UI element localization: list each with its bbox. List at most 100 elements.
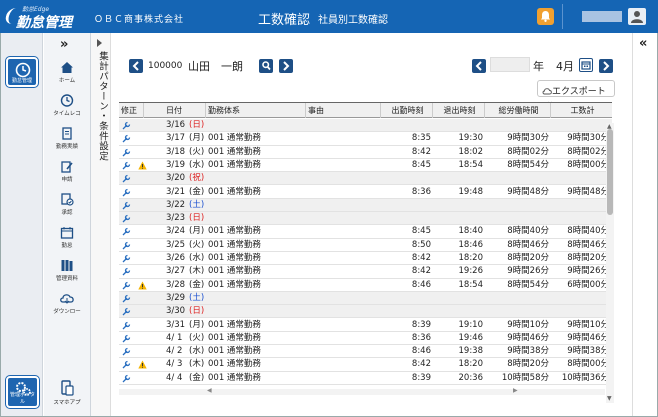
wrench-icon[interactable] bbox=[122, 334, 131, 343]
table-row[interactable]: 3/19 (水) 001 通常勤務 8:45 18:54 8時間54分 8時間00分 bbox=[119, 159, 612, 173]
weekday-cell: (祝) bbox=[189, 173, 205, 184]
wrench-icon[interactable] bbox=[122, 148, 131, 157]
wrench-icon[interactable] bbox=[122, 188, 131, 197]
clock-out-cell bbox=[433, 305, 483, 318]
table-row[interactable]: 3/30 (日) bbox=[119, 305, 612, 319]
table-row[interactable]: 3/23 (日) bbox=[119, 212, 612, 226]
table-row[interactable]: 4/ 1 (火) 001 通常勤務 8:36 19:46 9時間46分 9時間46分 bbox=[119, 332, 612, 346]
clock-out-cell: 20:36 bbox=[458, 372, 484, 383]
man-hours-cell bbox=[551, 305, 609, 318]
table-row[interactable]: 3/27 (木) 001 通常勤務 8:42 19:26 9時間26分 9時間26分 bbox=[119, 265, 612, 279]
wrench-icon[interactable] bbox=[122, 294, 131, 303]
wrench-icon[interactable] bbox=[122, 267, 131, 276]
col-header-date[interactable]: 日付 bbox=[144, 103, 206, 118]
sidebar-item-approve[interactable]: 承認 bbox=[44, 189, 90, 222]
scrollbar-thumb[interactable] bbox=[607, 129, 613, 215]
work-pattern-cell: 001 通常勤務 bbox=[208, 319, 261, 330]
sidebar-item-label: 承認 bbox=[61, 210, 73, 216]
clock-out-cell: 18:02 bbox=[458, 146, 484, 157]
total-hours-cell: 10時間58分 bbox=[501, 372, 549, 383]
table-row[interactable]: 3/22 (土) bbox=[119, 198, 612, 213]
wrench-icon[interactable] bbox=[122, 161, 131, 170]
app-tile-portal[interactable]: 管理ポータル bbox=[6, 376, 39, 408]
weekday-cell: (月) bbox=[189, 319, 205, 330]
table-row[interactable]: 4/ 4 (金) 001 通常勤務 8:39 20:36 10時間58分 10時間36分 bbox=[119, 372, 612, 385]
table-row[interactable]: 3/24 (月) 001 通常勤務 8:45 18:40 8時間40分 8時間40分 bbox=[119, 225, 612, 239]
col-header-clock-in[interactable]: 出勤時刻 bbox=[381, 103, 433, 118]
sidebar-collapse-button[interactable]: » bbox=[60, 37, 68, 52]
wrench-icon[interactable] bbox=[122, 134, 131, 143]
col-header-clock-out[interactable]: 退出時刻 bbox=[433, 103, 485, 118]
wrench-icon[interactable] bbox=[122, 321, 131, 330]
aggregation-settings-tab[interactable]: 集計パターン・条件設定 bbox=[91, 33, 111, 416]
wrench-icon[interactable] bbox=[122, 241, 131, 250]
total-hours-cell: 9時間10分 bbox=[507, 319, 549, 330]
top-bar: 勤怠Edge 勤怠管理 ＯＢＣ商事株式会社 工数確認 社員別工数確認 bbox=[0, 0, 658, 33]
wrench-icon[interactable] bbox=[122, 214, 131, 223]
next-month-button[interactable] bbox=[599, 59, 613, 73]
sidebar-item-timerecorder[interactable]: タイムレコ bbox=[44, 90, 90, 123]
sidebar-item-smartphone-app[interactable]: スマホアプ bbox=[44, 378, 90, 413]
employee-search-button[interactable] bbox=[259, 59, 273, 73]
col-header-edit[interactable]: 修正 bbox=[119, 103, 144, 118]
col-header-man-hours[interactable]: 工数計 bbox=[551, 103, 612, 118]
table-row[interactable]: 3/20 (祝) bbox=[119, 172, 612, 186]
cloud-export-icon bbox=[542, 88, 552, 95]
table-row[interactable]: 3/29 (土) bbox=[119, 291, 612, 306]
prev-month-button[interactable] bbox=[472, 59, 486, 73]
clock-in-cell: 8:50 bbox=[411, 239, 431, 250]
table-row[interactable]: 3/21 (金) 001 通常勤務 8:36 19:48 9時間48分 9時間48分 bbox=[119, 186, 612, 199]
clock-in-cell: 8:45 bbox=[411, 159, 431, 170]
table-row[interactable]: 3/18 (火) 001 通常勤務 8:42 18:02 8時間02分 8時間02分 bbox=[119, 146, 612, 159]
sidebar-item-download[interactable]: ダウンロー bbox=[44, 288, 90, 321]
wrench-icon[interactable] bbox=[122, 254, 131, 263]
table-row[interactable]: 3/31 (月) 001 通常勤務 8:39 19:10 9時間10分 9時間10分 bbox=[119, 319, 612, 332]
prev-employee-button[interactable] bbox=[129, 59, 143, 73]
sidebar-item-documents[interactable]: 管理資料 bbox=[44, 255, 90, 288]
user-name[interactable] bbox=[582, 11, 622, 22]
work-pattern-cell bbox=[208, 172, 306, 185]
wrench-icon[interactable] bbox=[122, 227, 131, 236]
sidebar-item-label: タイムレコ bbox=[53, 111, 81, 117]
sidebar-item-label: ホーム bbox=[58, 78, 76, 84]
app-logo[interactable]: 勤怠Edge 勤怠管理 bbox=[3, 4, 76, 31]
bell-icon[interactable] bbox=[537, 8, 554, 25]
home-icon bbox=[61, 62, 73, 73]
wrench-icon[interactable] bbox=[122, 374, 131, 383]
next-employee-button[interactable] bbox=[279, 59, 293, 73]
weekday-cell: (日) bbox=[189, 120, 205, 130]
work-pattern-cell: 001 通常勤務 bbox=[208, 226, 261, 237]
sidebar-item-home[interactable]: ホーム bbox=[44, 57, 90, 90]
col-header-work-pattern[interactable]: 勤務体系 bbox=[206, 103, 306, 118]
sidebar-item-work-results[interactable]: 勤務実績 bbox=[44, 123, 90, 156]
right-panel-toggle[interactable]: « bbox=[632, 33, 657, 416]
wrench-icon[interactable] bbox=[122, 174, 131, 183]
calendar-button[interactable] bbox=[579, 58, 593, 72]
year-field[interactable] bbox=[490, 57, 530, 72]
col-header-total-hours[interactable]: 総労働時間 bbox=[485, 103, 551, 118]
table-row[interactable]: 3/16 (日) bbox=[119, 119, 612, 133]
wrench-icon[interactable] bbox=[122, 201, 131, 210]
horizontal-scrollbar[interactable]: ◀ ▶ bbox=[119, 387, 605, 395]
table-row[interactable]: 3/26 (水) 001 通常勤務 8:42 18:20 8時間20分 8時間20分 bbox=[119, 252, 612, 266]
table-row[interactable]: 3/17 (月) 001 通常勤務 8:35 19:30 9時間30分 9時間30分 bbox=[119, 132, 612, 146]
col-header-reason[interactable]: 事由 bbox=[306, 103, 381, 118]
table-row[interactable]: 4/ 3 (木) 001 通常勤務 8:42 18:20 8時間20分 8時間00分 bbox=[119, 358, 612, 372]
wrench-icon[interactable] bbox=[122, 281, 131, 290]
sidebar-item-label: ダウンロー bbox=[53, 309, 81, 315]
weekday-cell: (金) bbox=[189, 372, 205, 383]
user-avatar-icon[interactable] bbox=[628, 8, 646, 25]
wrench-icon[interactable] bbox=[122, 360, 131, 369]
vertical-scrollbar[interactable]: ▲ ▼ bbox=[606, 123, 614, 403]
sidebar-item-attendance[interactable]: 勤怠 bbox=[44, 222, 90, 255]
table-row[interactable]: 3/25 (火) 001 通常勤務 8:50 18:46 8時間46分 8時間46分 bbox=[119, 239, 612, 252]
wrench-icon[interactable] bbox=[122, 347, 131, 356]
app-tile-attendance[interactable]: 勤怠管理 bbox=[6, 57, 38, 87]
wrench-icon[interactable] bbox=[122, 121, 131, 130]
table-row[interactable]: 4/ 2 (水) 001 通常勤務 8:46 19:38 9時間38分 9時間38分 bbox=[119, 345, 612, 359]
export-button[interactable]: エクスポート⌄ bbox=[537, 80, 615, 107]
table-row[interactable]: 3/28 (金) 001 通常勤務 8:46 18:54 8時間54分 6時間00分 bbox=[119, 279, 612, 292]
sidebar-item-request[interactable]: 申請 bbox=[44, 156, 90, 189]
right-panel-collapse-label: « bbox=[639, 36, 648, 51]
wrench-icon[interactable] bbox=[122, 307, 131, 316]
